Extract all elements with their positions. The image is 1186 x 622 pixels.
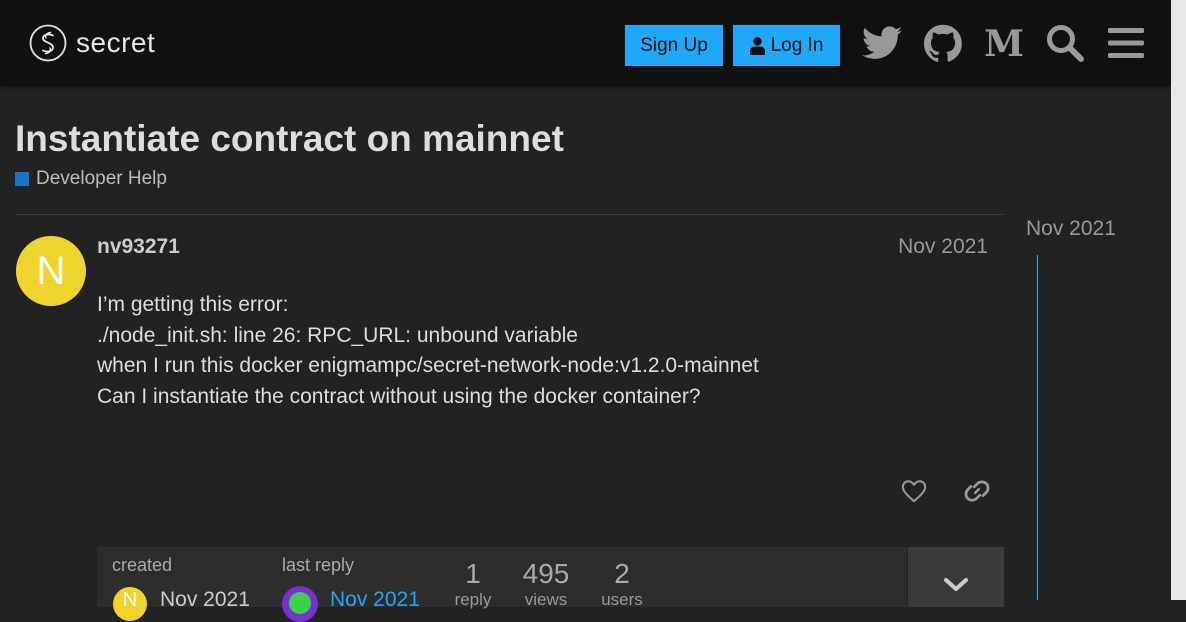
search-icon: [1047, 25, 1084, 62]
post-line: I’m getting this error:: [97, 293, 289, 316]
post-author-avatar[interactable]: N: [16, 236, 86, 306]
logo-text: secret: [76, 27, 156, 58]
category-badge[interactable]: Developer Help: [15, 168, 167, 190]
last-reply-date[interactable]: Nov 2021: [330, 588, 420, 612]
sign-up-button[interactable]: Sign Up: [625, 25, 723, 66]
last-reply-avatar[interactable]: [282, 586, 318, 622]
created-label: created: [112, 555, 173, 575]
user-icon: [749, 36, 765, 55]
heart-icon: [901, 480, 927, 503]
post-line: Can I instantiate the contract without u…: [97, 384, 701, 408]
views-count: 495: [522, 558, 570, 589]
svg-text:M: M: [984, 26, 1024, 60]
timeline-scroller-line[interactable]: [1037, 255, 1038, 600]
page-scrollbar[interactable]: [1171, 0, 1186, 600]
users-count: 2: [614, 558, 630, 589]
timeline-start-date[interactable]: Nov 2021: [1026, 217, 1116, 241]
twitter-link[interactable]: [860, 21, 904, 65]
post-line: when I run this docker enigmampc/secret-…: [97, 354, 759, 377]
medium-link[interactable]: M: [982, 21, 1026, 65]
menu-button[interactable]: [1104, 21, 1148, 65]
category-color-swatch: [15, 172, 29, 186]
replies-count: 1: [465, 558, 481, 589]
post-author-username[interactable]: nv93271: [97, 235, 180, 259]
chevron-down-icon: [944, 578, 968, 591]
replies-label: reply: [454, 590, 492, 609]
medium-icon: M: [984, 26, 1024, 60]
users-label: users: [601, 590, 643, 609]
share-link-button[interactable]: [958, 472, 996, 510]
expand-topic-map-button[interactable]: [908, 547, 1004, 607]
like-button[interactable]: [895, 472, 933, 510]
created-avatar[interactable]: N: [113, 587, 147, 621]
page: secret Sign Up Log In M Instantiate cont…: [0, 0, 1171, 622]
post-date[interactable]: Nov 2021: [880, 235, 988, 259]
title-divider: [15, 214, 1004, 215]
post-line: ./node_init.sh: line 26: RPC_URL: unboun…: [97, 323, 578, 347]
hamburger-menu-icon: [1108, 28, 1144, 58]
github-link[interactable]: [921, 21, 965, 65]
views-label: views: [524, 590, 568, 609]
post-body: I’m getting this error: ./node_init.sh: …: [97, 290, 759, 412]
secret-logo-icon: [29, 24, 67, 62]
site-logo[interactable]: secret: [29, 24, 155, 62]
twitter-icon: [862, 26, 902, 59]
created-date: Nov 2021: [160, 588, 250, 611]
topic-title[interactable]: Instantiate contract on mainnet: [15, 118, 564, 160]
search-button[interactable]: [1043, 21, 1087, 65]
log-in-label: Log In: [770, 34, 824, 56]
link-icon: [964, 480, 990, 502]
site-header: secret Sign Up Log In M: [0, 0, 1171, 86]
log-in-button[interactable]: Log In: [733, 25, 840, 66]
github-icon: [924, 24, 962, 62]
last-reply-label: last reply: [282, 555, 355, 575]
category-name: Developer Help: [36, 168, 167, 189]
